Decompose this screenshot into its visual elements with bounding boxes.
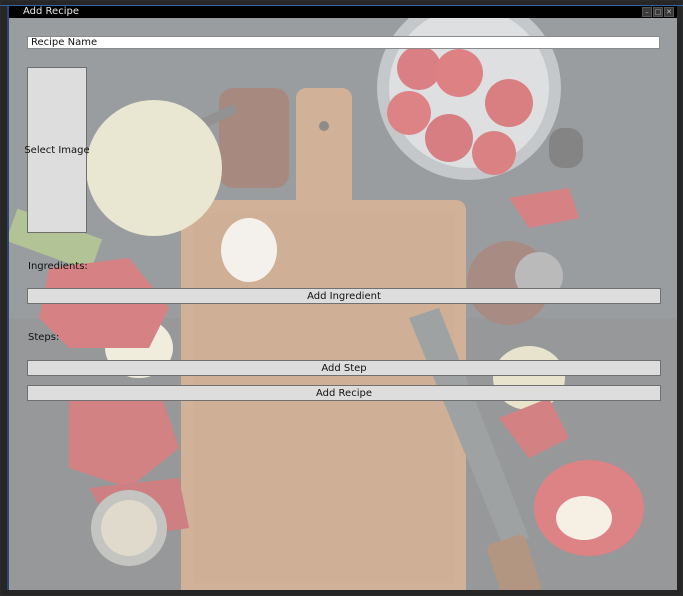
window-title: Add Recipe xyxy=(23,6,79,17)
ingredients-label: Ingredients: xyxy=(28,261,88,272)
title-bar[interactable]: Add Recipe – □ ✕ xyxy=(9,6,677,18)
select-image-button[interactable]: Select Image xyxy=(24,67,90,233)
minimize-icon[interactable]: – xyxy=(642,7,652,17)
add-ingredient-label: Add Ingredient xyxy=(307,290,381,302)
close-icon[interactable]: ✕ xyxy=(664,7,674,17)
select-image-label: Select Image xyxy=(24,144,90,156)
add-recipe-label: Add Recipe xyxy=(316,387,372,399)
recipe-name-input[interactable]: Recipe Name xyxy=(27,36,660,49)
maximize-icon[interactable]: □ xyxy=(653,7,663,17)
add-recipe-button[interactable]: Add Recipe xyxy=(27,385,661,401)
form-area: Recipe Name Select Image Ingredients: Ad… xyxy=(9,18,677,590)
window-controls: – □ ✕ xyxy=(642,7,674,17)
steps-label: Steps: xyxy=(28,332,60,343)
add-step-button[interactable]: Add Step xyxy=(27,360,661,376)
add-step-label: Add Step xyxy=(321,362,367,374)
add-ingredient-button[interactable]: Add Ingredient xyxy=(27,288,661,304)
background-overlay xyxy=(9,18,677,590)
